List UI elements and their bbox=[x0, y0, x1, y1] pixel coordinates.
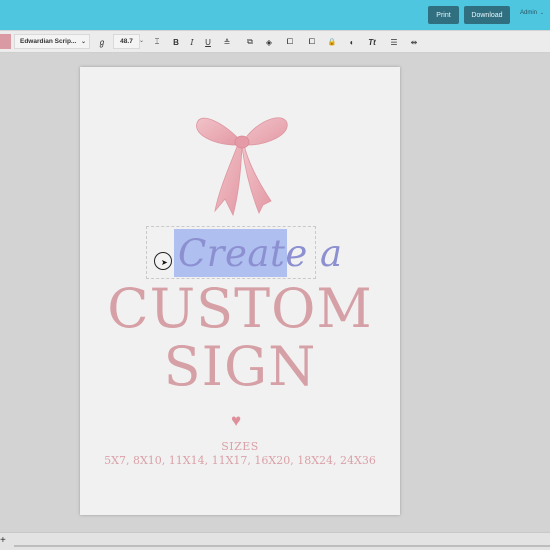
horizontal-scrollbar[interactable] bbox=[14, 545, 550, 547]
text-format-toolbar: Edwardian Scrip... ⌄ ℊ 48.7 ⌄ ⌶ B I U ≙ … bbox=[0, 31, 550, 53]
chevron-down-icon: ⌄ bbox=[80, 39, 86, 45]
title-line-custom[interactable]: CUSTOM bbox=[80, 277, 400, 340]
cursor-arrow-icon: ➤ bbox=[161, 258, 168, 267]
top-header-bar: Print Download Admin ⌄ bbox=[0, 0, 550, 30]
bold-icon[interactable]: B bbox=[170, 36, 182, 48]
lock-icon[interactable]: 🔒 bbox=[326, 36, 338, 48]
document-page[interactable]: Create a ➤ CUSTOM SIGN ♥ SIZES 5X7, 8X10… bbox=[80, 67, 400, 515]
chevron-down-icon: ⌄ bbox=[539, 10, 544, 16]
pink-bow-image[interactable] bbox=[193, 113, 291, 217]
heart-icon[interactable]: ♥ bbox=[231, 412, 241, 429]
font-family-select[interactable]: Edwardian Scrip... ⌄ bbox=[14, 34, 90, 49]
text-height-icon[interactable]: ⌶ bbox=[151, 36, 163, 48]
duplicate-icon[interactable]: ⧠ bbox=[284, 36, 296, 48]
align-icon[interactable]: ≙ bbox=[221, 36, 233, 48]
font-size-input[interactable]: 48.7 bbox=[113, 34, 140, 49]
copy-icon[interactable]: ⧠ bbox=[306, 36, 318, 48]
text-color-swatch[interactable] bbox=[0, 34, 11, 49]
letter-spacing-icon[interactable]: ⇹ bbox=[408, 36, 420, 48]
sizes-heading[interactable]: SIZES bbox=[80, 440, 400, 453]
script-text-line[interactable]: Create a bbox=[178, 232, 343, 275]
color-fill-icon[interactable]: ◐ bbox=[346, 36, 358, 48]
bottom-bar: + bbox=[0, 532, 550, 550]
italic-icon[interactable]: I bbox=[186, 36, 198, 48]
underline-icon[interactable]: U bbox=[202, 36, 214, 48]
user-menu-label: Admin bbox=[520, 10, 538, 16]
download-button[interactable]: Download bbox=[464, 6, 510, 24]
chevron-down-icon[interactable]: ⌄ bbox=[139, 37, 144, 44]
print-button[interactable]: Print bbox=[428, 6, 459, 24]
line-spacing-icon[interactable]: ☰ bbox=[388, 36, 400, 48]
add-icon[interactable]: + bbox=[0, 535, 6, 546]
title-line-sign[interactable]: SIGN bbox=[80, 335, 400, 398]
font-style-icon[interactable]: ℊ bbox=[96, 36, 108, 48]
font-family-value: Edwardian Scrip... bbox=[20, 38, 77, 45]
text-case-icon[interactable]: Tt bbox=[366, 36, 378, 48]
layers-icon[interactable]: ◈ bbox=[263, 36, 275, 48]
add-element-icon[interactable]: ⧉ bbox=[244, 36, 256, 48]
sizes-list-text[interactable]: 5X7, 8X10, 11X14, 11X17, 16X20, 18X24, 2… bbox=[80, 454, 400, 467]
user-menu[interactable]: Admin ⌄ bbox=[520, 10, 544, 16]
